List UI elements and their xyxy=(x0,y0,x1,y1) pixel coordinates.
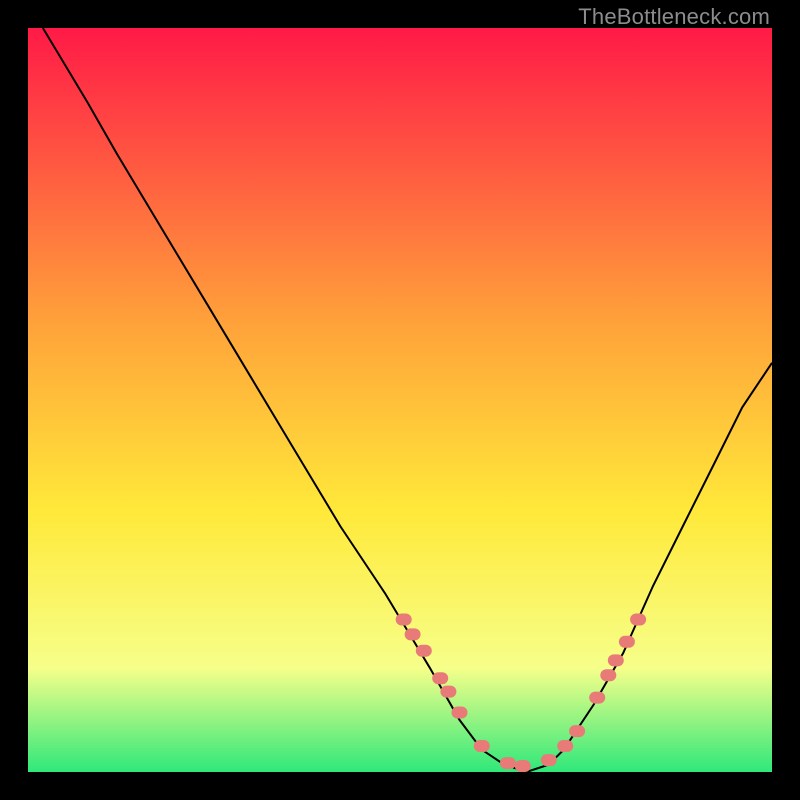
marker-dot xyxy=(589,692,605,704)
marker-dot xyxy=(452,707,468,719)
marker-dot xyxy=(541,754,557,766)
marker-dot xyxy=(474,740,490,752)
watermark-text: TheBottleneck.com xyxy=(578,4,770,30)
marker-dot xyxy=(619,636,635,648)
marker-dot xyxy=(500,757,516,769)
marker-dot xyxy=(600,669,616,681)
marker-dot xyxy=(515,760,531,772)
marker-dot xyxy=(432,672,448,684)
marker-dot xyxy=(416,645,432,657)
marker-dot xyxy=(569,725,585,737)
marker-dot xyxy=(557,740,573,752)
marker-dot xyxy=(630,614,646,626)
gradient-background xyxy=(28,28,772,772)
marker-dot xyxy=(608,654,624,666)
chart-frame xyxy=(28,28,772,772)
bottleneck-chart xyxy=(28,28,772,772)
marker-dot xyxy=(405,628,421,640)
marker-dot xyxy=(440,686,456,698)
marker-dot xyxy=(396,614,412,626)
